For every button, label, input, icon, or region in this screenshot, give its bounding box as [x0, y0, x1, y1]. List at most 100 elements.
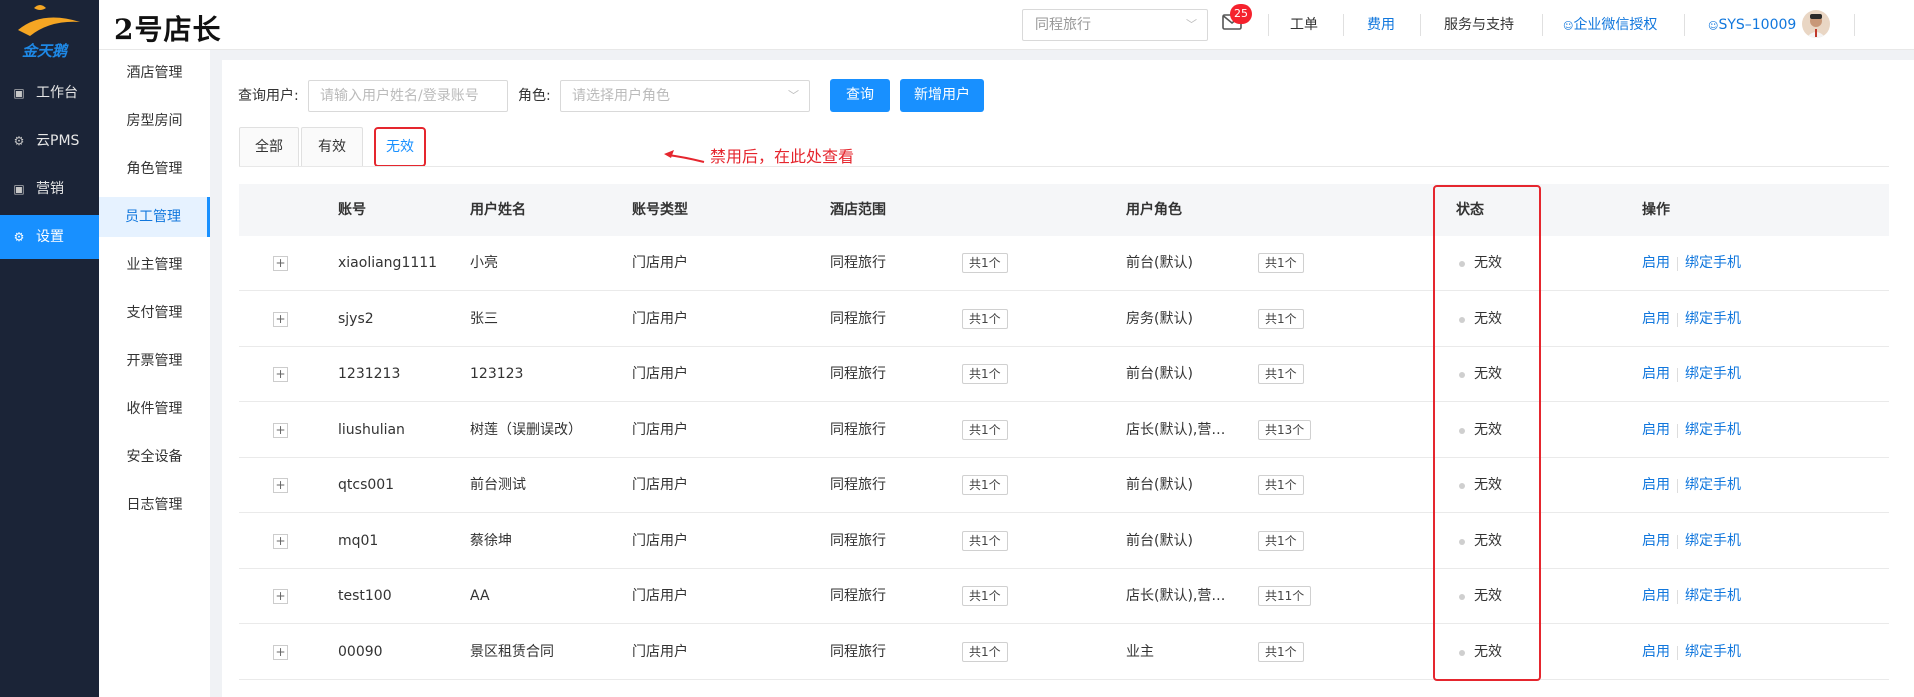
cell-account: test100 — [338, 588, 392, 604]
table-row: + qtcs001 前台测试 门店用户 同程旅行 共1个 前台(默认) 共1个 无效 启用 绑定手机 — [239, 458, 1889, 513]
nav-account[interactable]: ☺SYS–10009 — [1708, 15, 1796, 37]
enable-link[interactable]: 启用 — [1642, 403, 1670, 457]
gear-icon: ⚙ — [13, 230, 25, 244]
table-row: +00090 景区租赁合同 门店用户 同程旅行 共1个 业主 共1个 无效 启用 绑定手机 — [239, 625, 1889, 680]
role-select-placeholder: 请选择用户角色 — [572, 88, 670, 104]
user-filter-label: 查询用户: — [238, 88, 299, 104]
enable-link[interactable]: 启用 — [1642, 458, 1670, 512]
subnav-item-receiving[interactable]: 收件管理 — [99, 389, 210, 429]
nav-wechat-auth[interactable]: ☺企业微信授权 — [1563, 15, 1657, 37]
hotel-count-tag[interactable]: 共1个 — [962, 641, 1008, 662]
sidebar-item-workbench[interactable]: ▣ 工作台 — [0, 71, 99, 115]
sidebar-item-settings[interactable]: ⚙ 设置 — [0, 215, 99, 259]
bind-phone-link[interactable]: 绑定手机 — [1685, 347, 1741, 401]
hotel-count-tag[interactable]: 共1个 — [962, 253, 1008, 273]
subnav-item-hotel[interactable]: 酒店管理 — [99, 53, 210, 93]
nav-fees[interactable]: 费用 — [1367, 15, 1395, 35]
query-button[interactable]: 查询 — [830, 79, 890, 112]
subnav-item-log[interactable]: 日志管理 — [99, 485, 210, 525]
expand-icon[interactable]: + — [273, 478, 288, 493]
status-badge: 无效 — [1474, 255, 1502, 271]
hotel-count-tag[interactable]: 共1个 — [962, 419, 1008, 440]
enable-link[interactable]: 启用 — [1642, 569, 1670, 623]
tab-valid[interactable]: 有效 — [301, 127, 363, 167]
divider — [1677, 423, 1678, 438]
role-count-tag[interactable]: 共1个 — [1258, 253, 1304, 273]
subnav-item-invoice[interactable]: 开票管理 — [99, 341, 210, 381]
bind-phone-link[interactable]: 绑定手机 — [1685, 236, 1741, 290]
bind-phone-link[interactable]: 绑定手机 — [1685, 569, 1741, 623]
enable-link[interactable]: 启用 — [1642, 292, 1670, 346]
role-count-tag[interactable]: 共1个 — [1258, 475, 1304, 495]
role-count-tag[interactable]: 共1个 — [1258, 364, 1304, 384]
subnav-item-staff[interactable]: 员工管理 — [99, 197, 210, 237]
workbench-icon: ▣ — [13, 86, 25, 100]
status-dot-icon — [1459, 483, 1465, 489]
subnav-item-room-type[interactable]: 房型房间 — [99, 101, 210, 141]
cell-account: qtcs001 — [338, 477, 395, 493]
hotel-select[interactable]: 同程旅行 ﹀ — [1022, 9, 1208, 41]
divider — [1420, 14, 1421, 36]
hotel-count-tag[interactable]: 共1个 — [962, 364, 1008, 384]
role-count-tag[interactable]: 共1个 — [1258, 641, 1304, 662]
role-select[interactable]: 请选择用户角色 ﹀ — [560, 80, 810, 112]
expand-icon[interactable]: + — [273, 367, 288, 382]
expand-icon[interactable]: + — [273, 644, 288, 660]
role-count-tag[interactable]: 共11个 — [1258, 586, 1312, 606]
status-badge: 无效 — [1474, 643, 1502, 660]
hotel-count-tag[interactable]: 共1个 — [962, 586, 1008, 606]
bind-phone-link[interactable]: 绑定手机 — [1685, 514, 1741, 568]
divider — [1677, 479, 1678, 493]
hotel-count-tag[interactable]: 共1个 — [962, 475, 1008, 495]
role-count-tag[interactable]: 共1个 — [1258, 530, 1304, 551]
add-user-button[interactable]: 新增用户 — [900, 79, 984, 112]
nav-service-support[interactable]: 服务与支持 — [1444, 15, 1514, 35]
sidebar-item-marketing[interactable]: ▣ 营销 — [0, 167, 99, 211]
expand-icon[interactable]: + — [273, 533, 288, 549]
enable-link[interactable]: 启用 — [1642, 625, 1670, 679]
sidebar-item-cloud-pms[interactable]: ⚙ 云PMS — [0, 119, 99, 163]
enable-link[interactable]: 启用 — [1642, 236, 1670, 290]
cell-type: 门店用户 — [632, 643, 688, 660]
expand-icon[interactable]: + — [273, 422, 288, 438]
column-header: 账号类型 — [632, 202, 688, 218]
hotel-count-tag[interactable]: 共1个 — [962, 530, 1008, 551]
subnav-item-security[interactable]: 安全设备 — [99, 437, 210, 477]
cell-account: mq01 — [338, 532, 379, 549]
cell-type: 门店用户 — [632, 532, 688, 549]
nav-work-order[interactable]: 工单 — [1290, 15, 1318, 35]
bind-phone-link[interactable]: 绑定手机 — [1685, 625, 1741, 679]
chevron-down-icon: ﹀ — [1186, 18, 1197, 31]
enable-link[interactable]: 启用 — [1642, 347, 1670, 401]
subnav-item-role[interactable]: 角色管理 — [99, 149, 210, 189]
bind-phone-link[interactable]: 绑定手机 — [1685, 292, 1741, 346]
divider — [1677, 312, 1678, 327]
subnav-item-owner[interactable]: 业主管理 — [99, 245, 210, 285]
avatar[interactable] — [1802, 10, 1830, 38]
sidebar-item-label: 营销 — [36, 181, 64, 197]
bind-phone-link[interactable]: 绑定手机 — [1685, 458, 1741, 512]
table-header: 账号 用户姓名 账号类型 酒店范围 用户角色 状态 操作 — [239, 184, 1889, 236]
subnav-item-payment[interactable]: 支付管理 — [99, 293, 210, 333]
user-search-input[interactable]: 请输入用户姓名/登录账号 — [308, 80, 508, 112]
role-count-tag[interactable]: 共1个 — [1258, 308, 1304, 329]
logo-text: 金天鹅 — [22, 42, 68, 60]
bind-phone-link[interactable]: 绑定手机 — [1685, 403, 1741, 457]
expand-icon[interactable]: + — [273, 311, 288, 327]
expand-icon[interactable]: + — [273, 256, 288, 271]
mail-badge: 25 — [1230, 4, 1252, 24]
cell-type: 门店用户 — [632, 421, 688, 438]
sidebar-item-label: 设置 — [36, 229, 64, 245]
status-badge: 无效 — [1474, 532, 1502, 549]
tab-all[interactable]: 全部 — [239, 127, 299, 167]
cell-name: 树莲（误删误改） — [470, 421, 582, 438]
status-dot-icon — [1459, 538, 1465, 545]
role-count-tag[interactable]: 共13个 — [1258, 419, 1312, 440]
brand-title: 2号店长 — [114, 13, 222, 46]
enable-link[interactable]: 启用 — [1642, 514, 1670, 568]
tab-invalid[interactable]: 无效 — [374, 127, 426, 167]
sidebar-item-label: 云PMS — [36, 133, 80, 149]
hotel-count-tag[interactable]: 共1个 — [962, 308, 1008, 329]
expand-icon[interactable]: + — [273, 589, 288, 604]
cell-role: 店长(默认),营… — [1126, 588, 1226, 604]
